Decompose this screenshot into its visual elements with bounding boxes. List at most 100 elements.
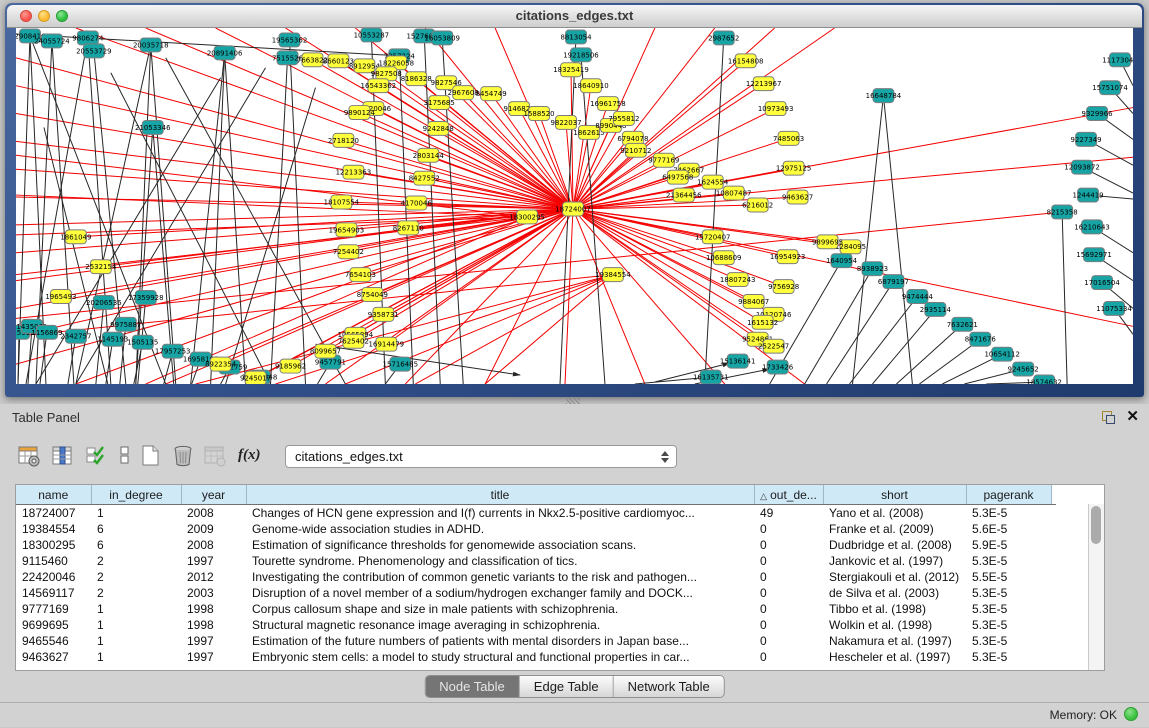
column-header-title[interactable]: title [246,485,754,505]
graph-node[interactable]: 8186328 [401,72,432,86]
graph-node[interactable]: 12093872 [1064,160,1100,174]
close-panel-button[interactable]: ✕ [1126,407,1139,425]
graph-node[interactable]: 20553729 [76,44,112,58]
select-rows-button[interactable] [84,443,110,469]
table-row[interactable]: 2242004622012Investigating the contribut… [16,569,1056,585]
graph-node[interactable]: 1244419 [1073,188,1104,202]
column-header-year[interactable]: year [181,485,246,505]
graph-node[interactable]: 15751074 [1092,81,1128,95]
graph-node[interactable]: 15720407 [695,230,731,244]
column-header-pagerank[interactable]: pagerank [966,485,1051,505]
graph-node[interactable]: 20206536 [86,295,122,309]
graph-node[interactable]: 9329966 [1082,107,1113,121]
graph-node[interactable]: 20891406 [207,46,243,60]
graph-node[interactable]: 20035718 [133,38,169,52]
table-source-combobox[interactable]: citations_edges.txt [285,445,677,468]
new-file-button[interactable] [138,443,164,469]
graph-node[interactable]: 15692971 [1076,248,1112,262]
graph-node[interactable]: 18574632 [1026,375,1062,384]
float-panel-button[interactable] [1102,411,1115,424]
table-vertical-scrollbar[interactable] [1088,504,1104,670]
merge-rows-button[interactable] [112,443,138,469]
delete-button[interactable] [170,443,196,469]
table-row[interactable]: 946362711997Embryonic stem cells: a mode… [16,649,1056,665]
graph-node[interactable]: 8471676 [965,332,996,346]
graph-node[interactable]: 7654103 [345,268,376,282]
graph-node[interactable]: 18107554 [324,195,360,209]
graph-node[interactable]: 7485063 [773,131,804,145]
graph-node[interactable]: 9463627 [782,190,813,204]
graph-node[interactable]: 2935114 [920,302,952,316]
tab-node-table[interactable]: Node Table [425,676,520,697]
table-cell: Disruption of a novel member of a sodium… [246,585,754,601]
graph-node[interactable]: 9474444 [902,290,934,304]
graph-node[interactable]: 11173044 [1102,53,1133,67]
table-row[interactable]: 1872400712008Changes of HCN gene express… [16,505,1056,522]
graph-node[interactable]: 1965493 [45,290,76,304]
select-column-button[interactable] [50,443,76,469]
import-table-button[interactable] [202,443,228,469]
column-header-short[interactable]: short [823,485,966,505]
graph-node[interactable]: 9822037 [550,116,581,130]
graph-node[interactable]: 10654112 [984,347,1020,361]
network-view[interactable]: 2908416240557249806274205537292003571820… [16,28,1133,384]
table-settings-button[interactable] [16,443,42,469]
row-filler [1051,569,1056,585]
scrollbar-thumb[interactable] [1091,506,1101,544]
graph-node[interactable]: 2532154 [85,260,117,274]
graph-node[interactable]: 9358731 [368,307,399,321]
graph-node[interactable]: 19565362 [272,33,308,47]
graph-node[interactable]: 9245652 [1008,362,1039,376]
function-builder-button[interactable]: f(x) [238,447,264,473]
graph-node[interactable]: 18640910 [573,79,609,93]
column-header-in_degree[interactable]: in_degree [91,485,181,505]
window-titlebar[interactable]: citations_edges.txt [7,5,1142,28]
graph-node[interactable]: 12975125 [776,161,812,175]
graph-node[interactable]: 12213363 [336,165,372,179]
graph-node[interactable]: 9806274 [72,31,104,45]
graph-node[interactable]: 21053346 [135,120,171,134]
graph-node[interactable]: 2987652 [708,31,739,45]
graph-node[interactable]: 6879197 [878,275,909,289]
graph-node[interactable]: 9777169 [648,153,679,167]
graph-node[interactable]: 10973493 [758,102,794,116]
column-header-out_de[interactable]: △out_de... [754,485,823,505]
graph-node[interactable]: 12213967 [746,77,782,91]
graph-node[interactable]: 8813054 [560,30,592,44]
graph-node[interactable]: 9227349 [1071,132,1102,146]
graph-node[interactable]: 15136141 [720,354,756,368]
graph-node[interactable]: 19218506 [563,48,599,62]
table-row[interactable]: 977716911998Corpus callosum shape and si… [16,601,1056,617]
graph-node[interactable]: 8454749 [476,87,507,101]
graph-node-label: 15720407 [695,233,731,241]
graph-node[interactable]: 9756928 [768,280,799,294]
table-row[interactable]: 969969511998Structural magnetic resonanc… [16,617,1056,633]
graph-node[interactable]: 1640954 [826,254,858,268]
tab-edge-table[interactable]: Edge Table [520,676,614,697]
graph-node[interactable]: 16914479 [369,337,405,351]
graph-node-label: 1244419 [1073,192,1104,200]
table-row[interactable]: 1456911722003Disruption of a novel membe… [16,585,1056,601]
graph-node[interactable]: 17359928 [128,291,164,305]
graph-node[interactable]: 18325419 [553,63,589,77]
table-row[interactable]: 911546021997Tourette syndrome. Phenomeno… [16,553,1056,569]
graph-node[interactable]: 16210643 [1074,220,1110,234]
graph-node[interactable]: 16648784 [866,89,902,103]
graph-node[interactable]: 10553287 [354,28,390,42]
graph-node-label: 10654112 [984,351,1020,359]
graph-node[interactable]: 9884067 [738,295,769,309]
graph-node[interactable]: 9185962 [275,359,306,373]
table-row[interactable]: 1938455462009Genome-wide association stu… [16,521,1056,537]
graph-node[interactable]: 1505135 [127,335,158,349]
column-header-name[interactable]: name [16,485,91,505]
tab-network-table[interactable]: Network Table [614,676,724,697]
graph-node[interactable]: 8215358 [1047,205,1078,219]
table-row[interactable]: 946554611997Estimation of the future num… [16,633,1056,649]
graph-node[interactable]: 2718120 [328,133,359,147]
graph-node-label: 2967608 [448,89,479,97]
graph-node[interactable]: 17016504 [1084,276,1120,290]
graph-node[interactable]: 16961758 [590,97,626,111]
graph-node[interactable]: 7632621 [947,317,978,331]
table-row[interactable]: 1830029562008Estimation of significance … [16,537,1056,553]
network-canvas-svg[interactable]: 2908416240557249806274205537292003571820… [16,28,1133,384]
